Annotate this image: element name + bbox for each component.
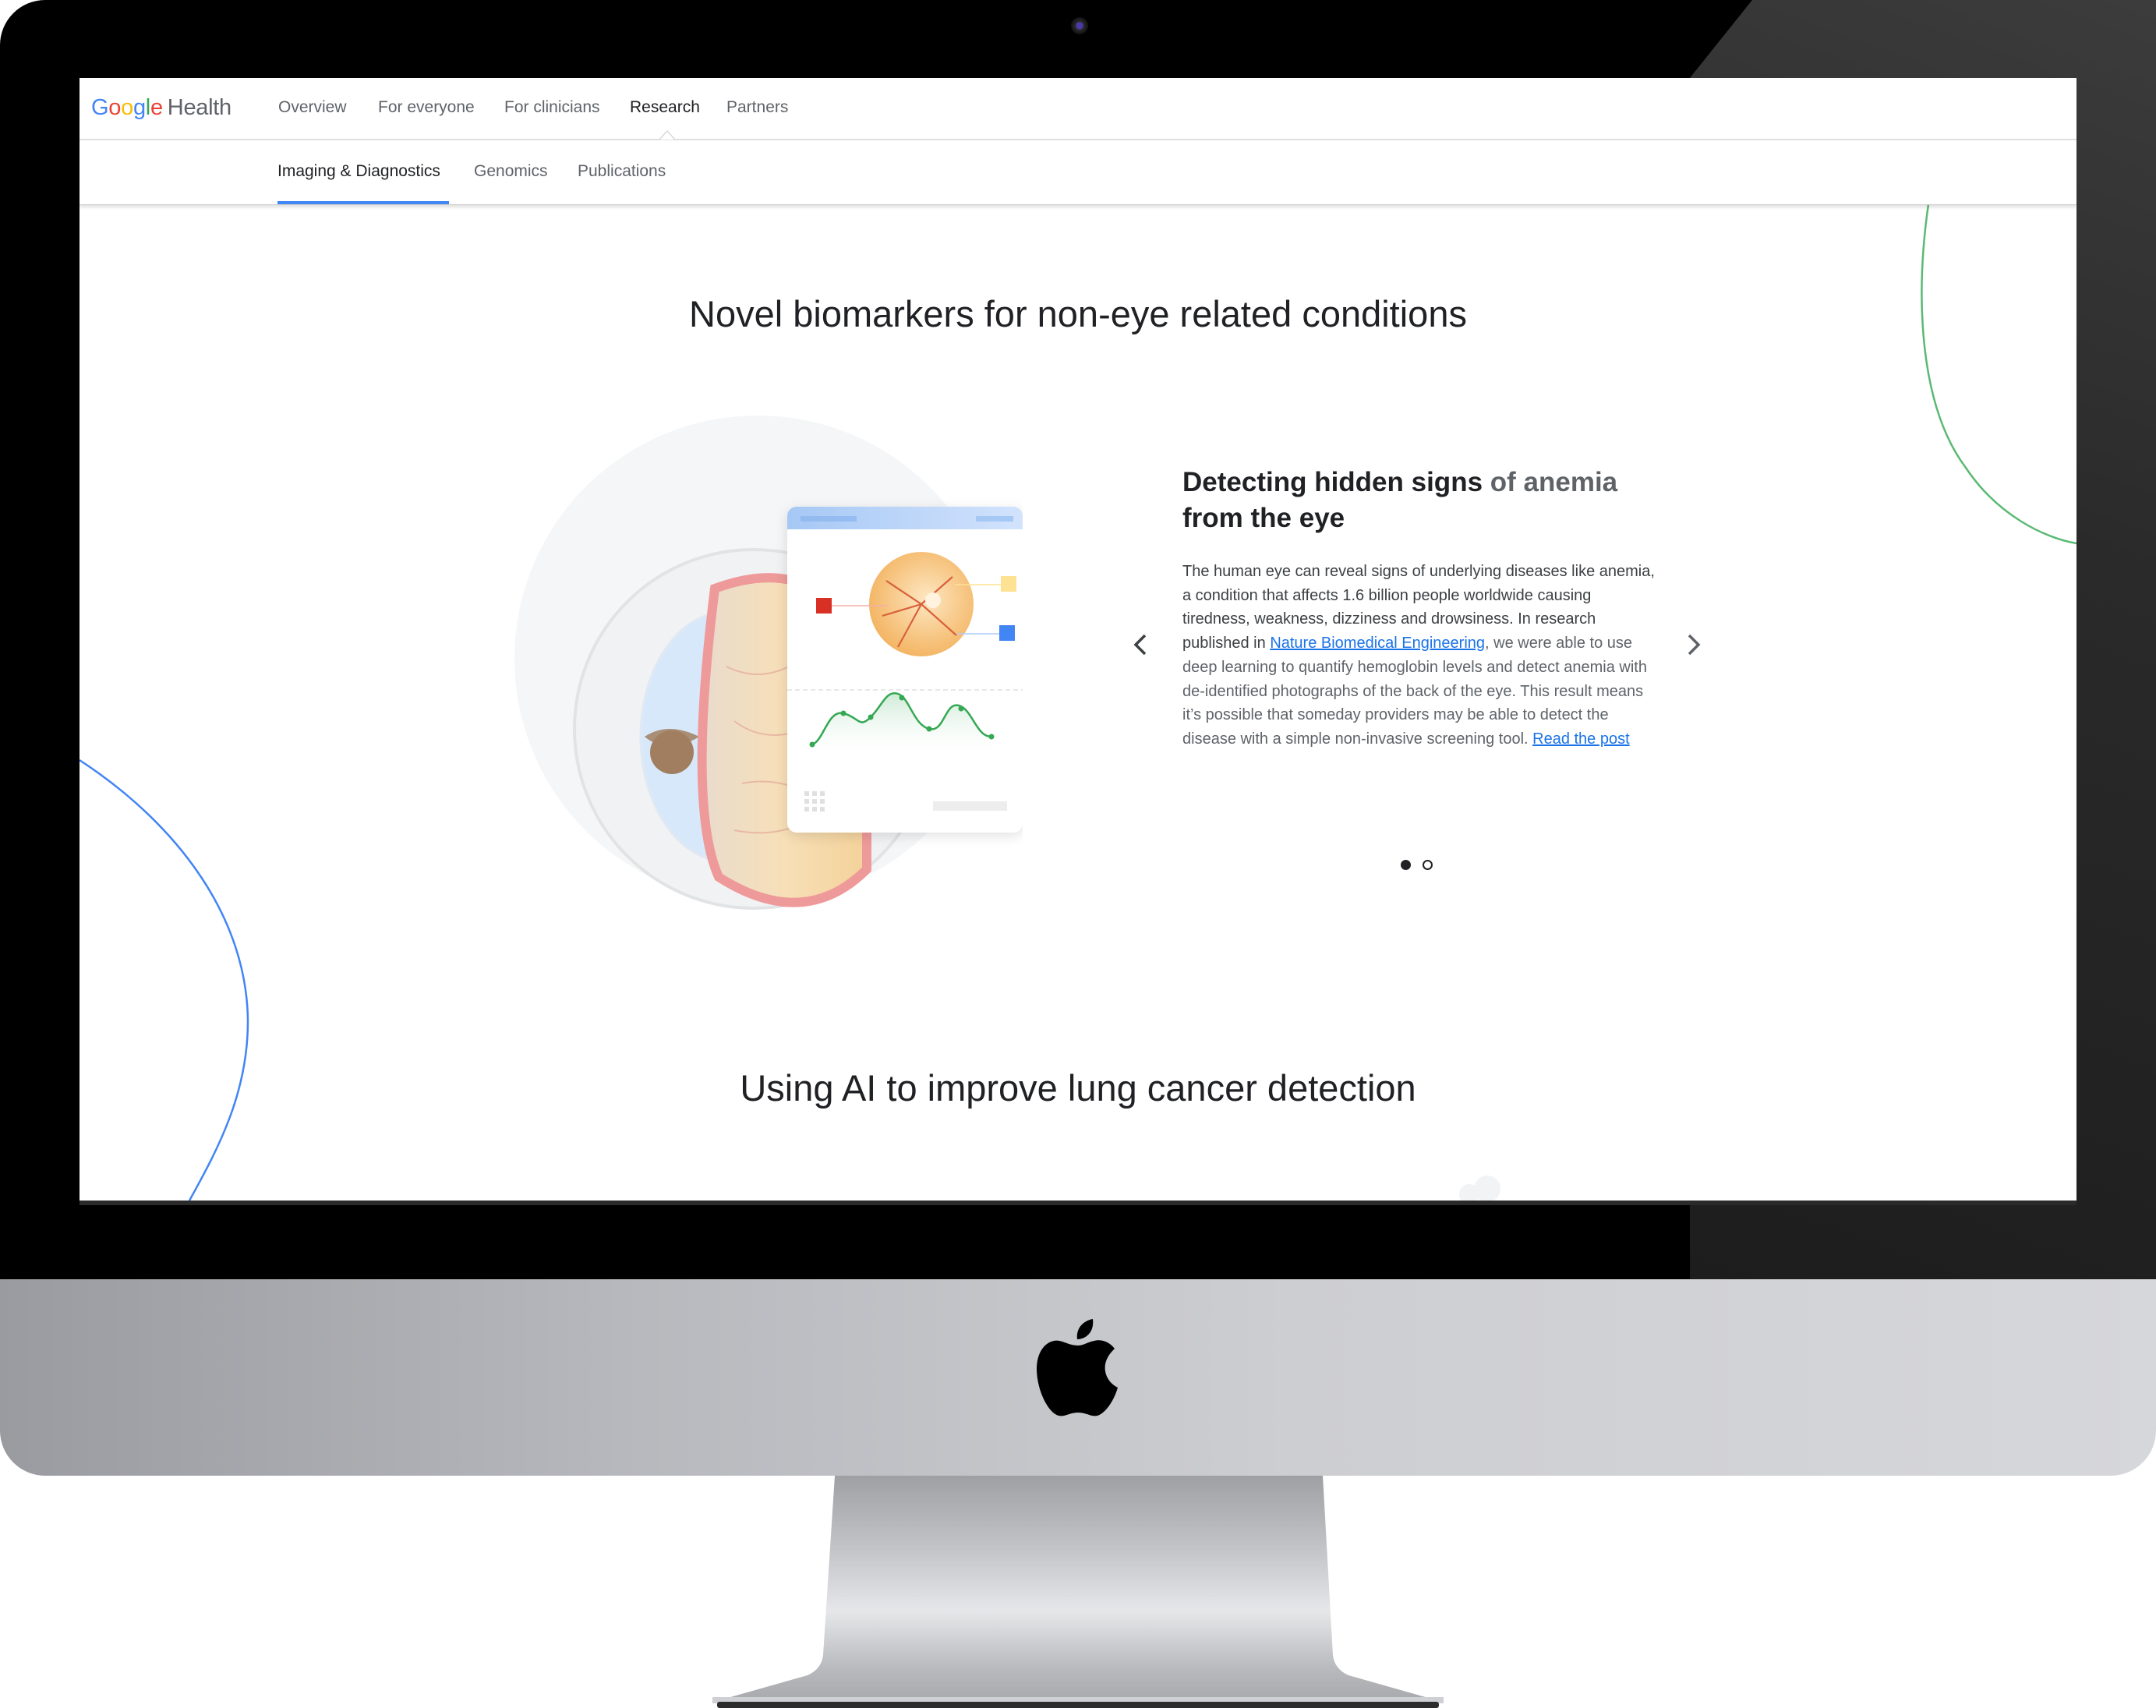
logo-product-name: Health: [167, 95, 232, 120]
chevron-right-icon: [1688, 634, 1701, 656]
slide-heading-line2: from the eye: [1182, 503, 1345, 533]
slide-heading-main: Detecting hidden signs: [1182, 467, 1483, 497]
green-curve: [1921, 203, 2076, 545]
carousel-dot-2[interactable]: [1423, 860, 1433, 870]
nav-item-overview[interactable]: Overview: [278, 98, 347, 117]
analysis-card: [787, 507, 1023, 833]
carousel-prev-button[interactable]: [1129, 629, 1153, 660]
logo-letter: G: [91, 95, 109, 120]
slide-body: The human eye can reveal signs of underl…: [1182, 560, 1658, 751]
logo-letter: g: [133, 95, 146, 120]
blue-curve: [80, 759, 249, 1201]
carousel-next-button[interactable]: [1681, 629, 1705, 660]
nature-biomedical-engineering-link[interactable]: Nature Biomedical Engineering: [1270, 635, 1485, 652]
section-title: Novel biomarkers for non-eye related con…: [689, 293, 1467, 334]
logo-letter: o: [108, 95, 122, 120]
nav-item-for-everyone[interactable]: For everyone: [378, 98, 475, 117]
logo-letter: o: [121, 95, 133, 120]
monitor-stand: [712, 1476, 1444, 1708]
slide-heading: Detecting hidden signs of anemia from the…: [1182, 465, 1666, 536]
nav-item-for-clinicians[interactable]: For clinicians: [504, 98, 600, 117]
browser-screen: Google Health Overview For everyone For c…: [80, 78, 2076, 1201]
active-nav-caret-icon: [659, 130, 675, 140]
carousel-dot-1[interactable]: [1401, 860, 1411, 870]
nav-item-research[interactable]: Research: [630, 98, 700, 117]
eye-retina-illustration: [514, 416, 1023, 910]
grid-icon: [804, 791, 825, 812]
slide-heading-faded: of anemia: [1483, 467, 1618, 497]
logo-letter: e: [150, 95, 163, 120]
background-decoration: [80, 203, 2076, 1201]
read-the-post-link[interactable]: Read the post: [1532, 730, 1630, 748]
subnav-item-imaging-diagnostics[interactable]: Imaging & Diagnostics: [277, 162, 440, 181]
nav-item-partners[interactable]: Partners: [726, 98, 788, 117]
faded-circle: [1474, 1176, 1500, 1201]
subnav-item-genomics[interactable]: Genomics: [474, 162, 548, 181]
chevron-left-icon: [1133, 634, 1147, 656]
camera-icon: [1071, 17, 1088, 34]
sub-nav: Imaging & Diagnostics Genomics Publicati…: [80, 140, 2076, 205]
section-title: Using AI to improve lung cancer detectio…: [740, 1067, 1416, 1109]
subnav-item-publications[interactable]: Publications: [578, 162, 666, 181]
google-health-logo[interactable]: Google Health: [91, 95, 232, 121]
screen-edge: [80, 1201, 2076, 1205]
top-nav: Google Health Overview For everyone For c…: [80, 78, 2076, 140]
apple-logo-icon: [1037, 1319, 1118, 1416]
active-tab-indicator: [277, 201, 449, 204]
